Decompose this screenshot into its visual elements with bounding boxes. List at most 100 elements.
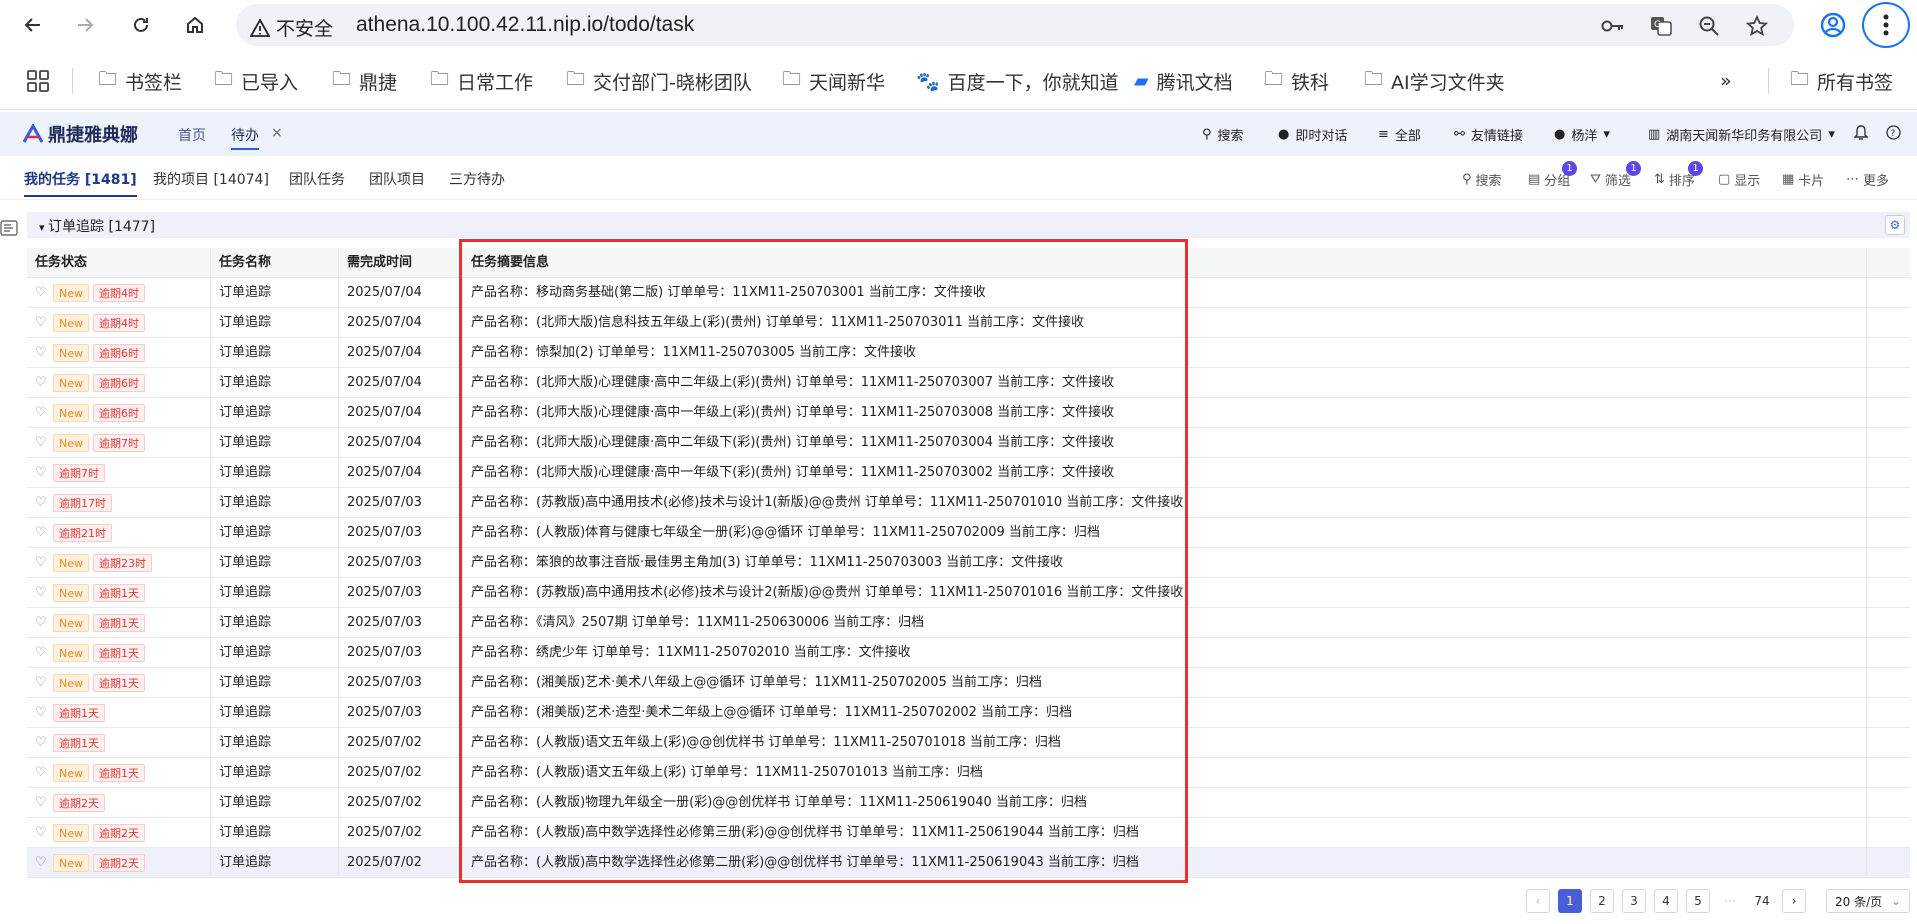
heart-icon[interactable]: ♡ <box>35 398 53 428</box>
heart-icon[interactable]: ♡ <box>35 608 53 638</box>
zoom-icon[interactable] <box>1696 13 1722 39</box>
heart-icon[interactable]: ♡ <box>35 578 53 608</box>
heart-icon[interactable]: ♡ <box>35 728 53 758</box>
heart-icon[interactable]: ♡ <box>35 368 53 398</box>
task-name-cell[interactable]: 订单追踪 <box>211 278 339 308</box>
task-name-cell[interactable]: 订单追踪 <box>211 818 339 848</box>
home-icon[interactable] <box>178 8 212 42</box>
tool-sort-button[interactable]: ⇅ 排序 1 <box>1654 161 1703 189</box>
app-logo[interactable]: 鼎捷雅典娜 <box>22 121 138 147</box>
tab-close-icon[interactable]: × <box>271 125 283 141</box>
task-name-cell[interactable]: 订单追踪 <box>211 518 339 548</box>
page-button[interactable]: 3 <box>1622 889 1646 913</box>
tab-my-projects[interactable]: 我的项目 [14074] <box>153 169 269 189</box>
task-name-cell[interactable]: 订单追踪 <box>211 788 339 818</box>
user-menu[interactable]: ● 杨洋 ▾ <box>1554 125 1610 144</box>
task-name-cell[interactable]: 订单追踪 <box>211 848 339 878</box>
table-row[interactable]: ♡ New 逾期7时 订单追踪 2025/07/04 产品名称：(北师大版)心理健康·高中… <box>27 428 1910 458</box>
tool-search-button[interactable]: ⚲ 搜索 <box>1462 170 1502 189</box>
sidebar-toggle-icon[interactable] <box>0 220 20 240</box>
group-settings-icon[interactable]: ⚙ <box>1885 215 1905 235</box>
bookmark-folder[interactable]: 🗀 鼎捷 <box>332 67 397 95</box>
table-row[interactable]: ♡ 逾期21时 订单追踪 2025/07/03 产品名称：(人教版)体育与健康七年级全一… <box>27 518 1910 548</box>
task-name-cell[interactable]: 订单追踪 <box>211 608 339 638</box>
tab-team-tasks[interactable]: 团队任务 <box>289 169 345 189</box>
table-row[interactable]: ♡ New 逾期6时 订单追踪 2025/07/04 产品名称：惊梨加(2) 订单单号：1… <box>27 338 1910 368</box>
prev-page-button[interactable]: ‹ <box>1526 889 1550 913</box>
task-name-cell[interactable]: 订单追踪 <box>211 368 339 398</box>
table-row[interactable]: ♡ New 逾期6时 订单追踪 2025/07/04 产品名称：(北师大版)心理健康·高中… <box>27 368 1910 398</box>
table-row[interactable]: ♡ New 逾期6时 订单追踪 2025/07/04 产品名称：(北师大版)心理健康·高中… <box>27 398 1910 428</box>
page-button[interactable]: 2 <box>1590 889 1614 913</box>
task-name-cell[interactable]: 订单追踪 <box>211 428 339 458</box>
key-icon[interactable] <box>1600 13 1626 39</box>
column-header-name[interactable]: 任务名称 <box>211 248 339 278</box>
tool-filter-button[interactable]: ⛛ 筛选 1 <box>1590 161 1641 189</box>
task-name-cell[interactable]: 订单追踪 <box>211 548 339 578</box>
table-row[interactable]: ♡ New 逾期1天 订单追踪 2025/07/03 产品名称：(苏教版)高中通用技术(必… <box>27 578 1910 608</box>
help-icon[interactable]: ? <box>1886 125 1901 140</box>
group-header[interactable]: ▾ 订单追踪 [1477] ⚙ <box>27 212 1910 238</box>
heart-icon[interactable]: ♡ <box>35 698 53 728</box>
tab-todo[interactable]: 待办 <box>231 125 259 150</box>
bell-icon[interactable] <box>1854 125 1868 141</box>
address-bar[interactable]: 不安全 athena.10.100.42.11.nip.io/todo/task… <box>236 4 1794 46</box>
bookmark-folder[interactable]: 🗀 书签栏 <box>98 67 182 95</box>
heart-icon[interactable]: ♡ <box>35 668 53 698</box>
heart-icon[interactable]: ♡ <box>35 488 53 518</box>
task-name-cell[interactable]: 订单追踪 <box>211 638 339 668</box>
header-search-button[interactable]: ⚲ 搜索 <box>1202 125 1244 144</box>
tool-display-button[interactable]: ▢ 显示 <box>1718 170 1760 189</box>
table-row[interactable]: ♡ 逾期17时 订单追踪 2025/07/03 产品名称：(苏教版)高中通用技术(必修)… <box>27 488 1910 518</box>
table-row[interactable]: ♡ New 逾期4时 订单追踪 2025/07/04 产品名称：(北师大版)信息科技五年级… <box>27 308 1910 338</box>
task-name-cell[interactable]: 订单追踪 <box>211 578 339 608</box>
heart-icon[interactable]: ♡ <box>35 548 53 578</box>
chat-button[interactable]: ● 即时对话 <box>1278 125 1347 144</box>
task-name-cell[interactable]: 订单追踪 <box>211 338 339 368</box>
bookmark-link[interactable]: 🐾 百度一下，你就知道 <box>916 67 1119 95</box>
bookmark-folder[interactable]: 🗀 已导入 <box>214 67 298 95</box>
all-button[interactable]: ≡ 全部 <box>1378 125 1421 144</box>
star-icon[interactable] <box>1744 13 1770 39</box>
next-page-button[interactable]: › <box>1782 889 1806 913</box>
security-indicator[interactable]: 不安全 <box>250 14 333 41</box>
table-row[interactable]: ♡ New 逾期4时 订单追踪 2025/07/04 产品名称：移动商务基础(第二版) 订… <box>27 278 1910 308</box>
column-header-status[interactable]: 任务状态 <box>27 248 211 278</box>
tool-card-button[interactable]: ▦ 卡片 <box>1782 170 1824 189</box>
heart-icon[interactable]: ♡ <box>35 758 53 788</box>
company-menu[interactable]: ▥ 湖南天闻新华印务有限公司 ▾ <box>1648 125 1835 144</box>
page-button[interactable]: 5 <box>1686 889 1710 913</box>
heart-icon[interactable]: ♡ <box>35 278 53 308</box>
column-header-summary[interactable]: 任务摘要信息 <box>463 248 1867 278</box>
bookmark-folder[interactable]: 🗀 天闻新华 <box>782 67 885 95</box>
bookmark-folder[interactable]: 🗀 交付部门-晓彬团队 <box>566 67 752 95</box>
table-row[interactable]: ♡ New 逾期2天 订单追踪 2025/07/02 产品名称：(人教版)高中数学选择性必… <box>27 818 1910 848</box>
links-button[interactable]: ⚯ 友情链接 <box>1454 125 1523 144</box>
heart-icon[interactable]: ♡ <box>35 428 53 458</box>
tab-third-party[interactable]: 三方待办 <box>449 169 505 189</box>
heart-icon[interactable]: ♡ <box>35 638 53 668</box>
table-row[interactable]: ♡ New 逾期2天 订单追踪 2025/07/02 产品名称：(人教版)高中数学选择性必… <box>27 848 1910 878</box>
bookmark-folder[interactable]: 🗀 铁科 <box>1264 67 1329 95</box>
page-button[interactable]: 1 <box>1558 889 1582 913</box>
task-name-cell[interactable]: 订单追踪 <box>211 458 339 488</box>
task-name-cell[interactable]: 订单追踪 <box>211 728 339 758</box>
heart-icon[interactable]: ♡ <box>35 788 53 818</box>
table-row[interactable]: ♡ New 逾期1天 订单追踪 2025/07/03 产品名称：《清风》2507期 订单单… <box>27 608 1910 638</box>
task-name-cell[interactable]: 订单追踪 <box>211 668 339 698</box>
tab-home[interactable]: 首页 <box>178 125 206 145</box>
heart-icon[interactable]: ♡ <box>35 338 53 368</box>
heart-icon[interactable]: ♡ <box>35 308 53 338</box>
page-size-select[interactable]: 20 条/页 ⌄ <box>1826 889 1910 913</box>
table-row[interactable]: ♡ 逾期1天 订单追踪 2025/07/02 产品名称：(人教版)语文五年级上(彩)@@… <box>27 728 1910 758</box>
task-name-cell[interactable]: 订单追踪 <box>211 758 339 788</box>
more-bookmarks-button[interactable]: » <box>1720 67 1732 95</box>
tab-team-projects[interactable]: 团队项目 <box>369 169 425 189</box>
tab-my-tasks[interactable]: 我的任务 [1481] <box>24 169 137 197</box>
table-row[interactable]: ♡ New 逾期1天 订单追踪 2025/07/03 产品名称：(湘美版)艺术·美术八年级… <box>27 668 1910 698</box>
heart-icon[interactable]: ♡ <box>35 848 53 878</box>
back-icon[interactable] <box>16 8 50 42</box>
heart-icon[interactable]: ♡ <box>35 818 53 848</box>
table-row[interactable]: ♡ 逾期2天 订单追踪 2025/07/02 产品名称：(人教版)物理九年级全一册(彩)… <box>27 788 1910 818</box>
browser-menu-icon[interactable] <box>1862 2 1910 48</box>
